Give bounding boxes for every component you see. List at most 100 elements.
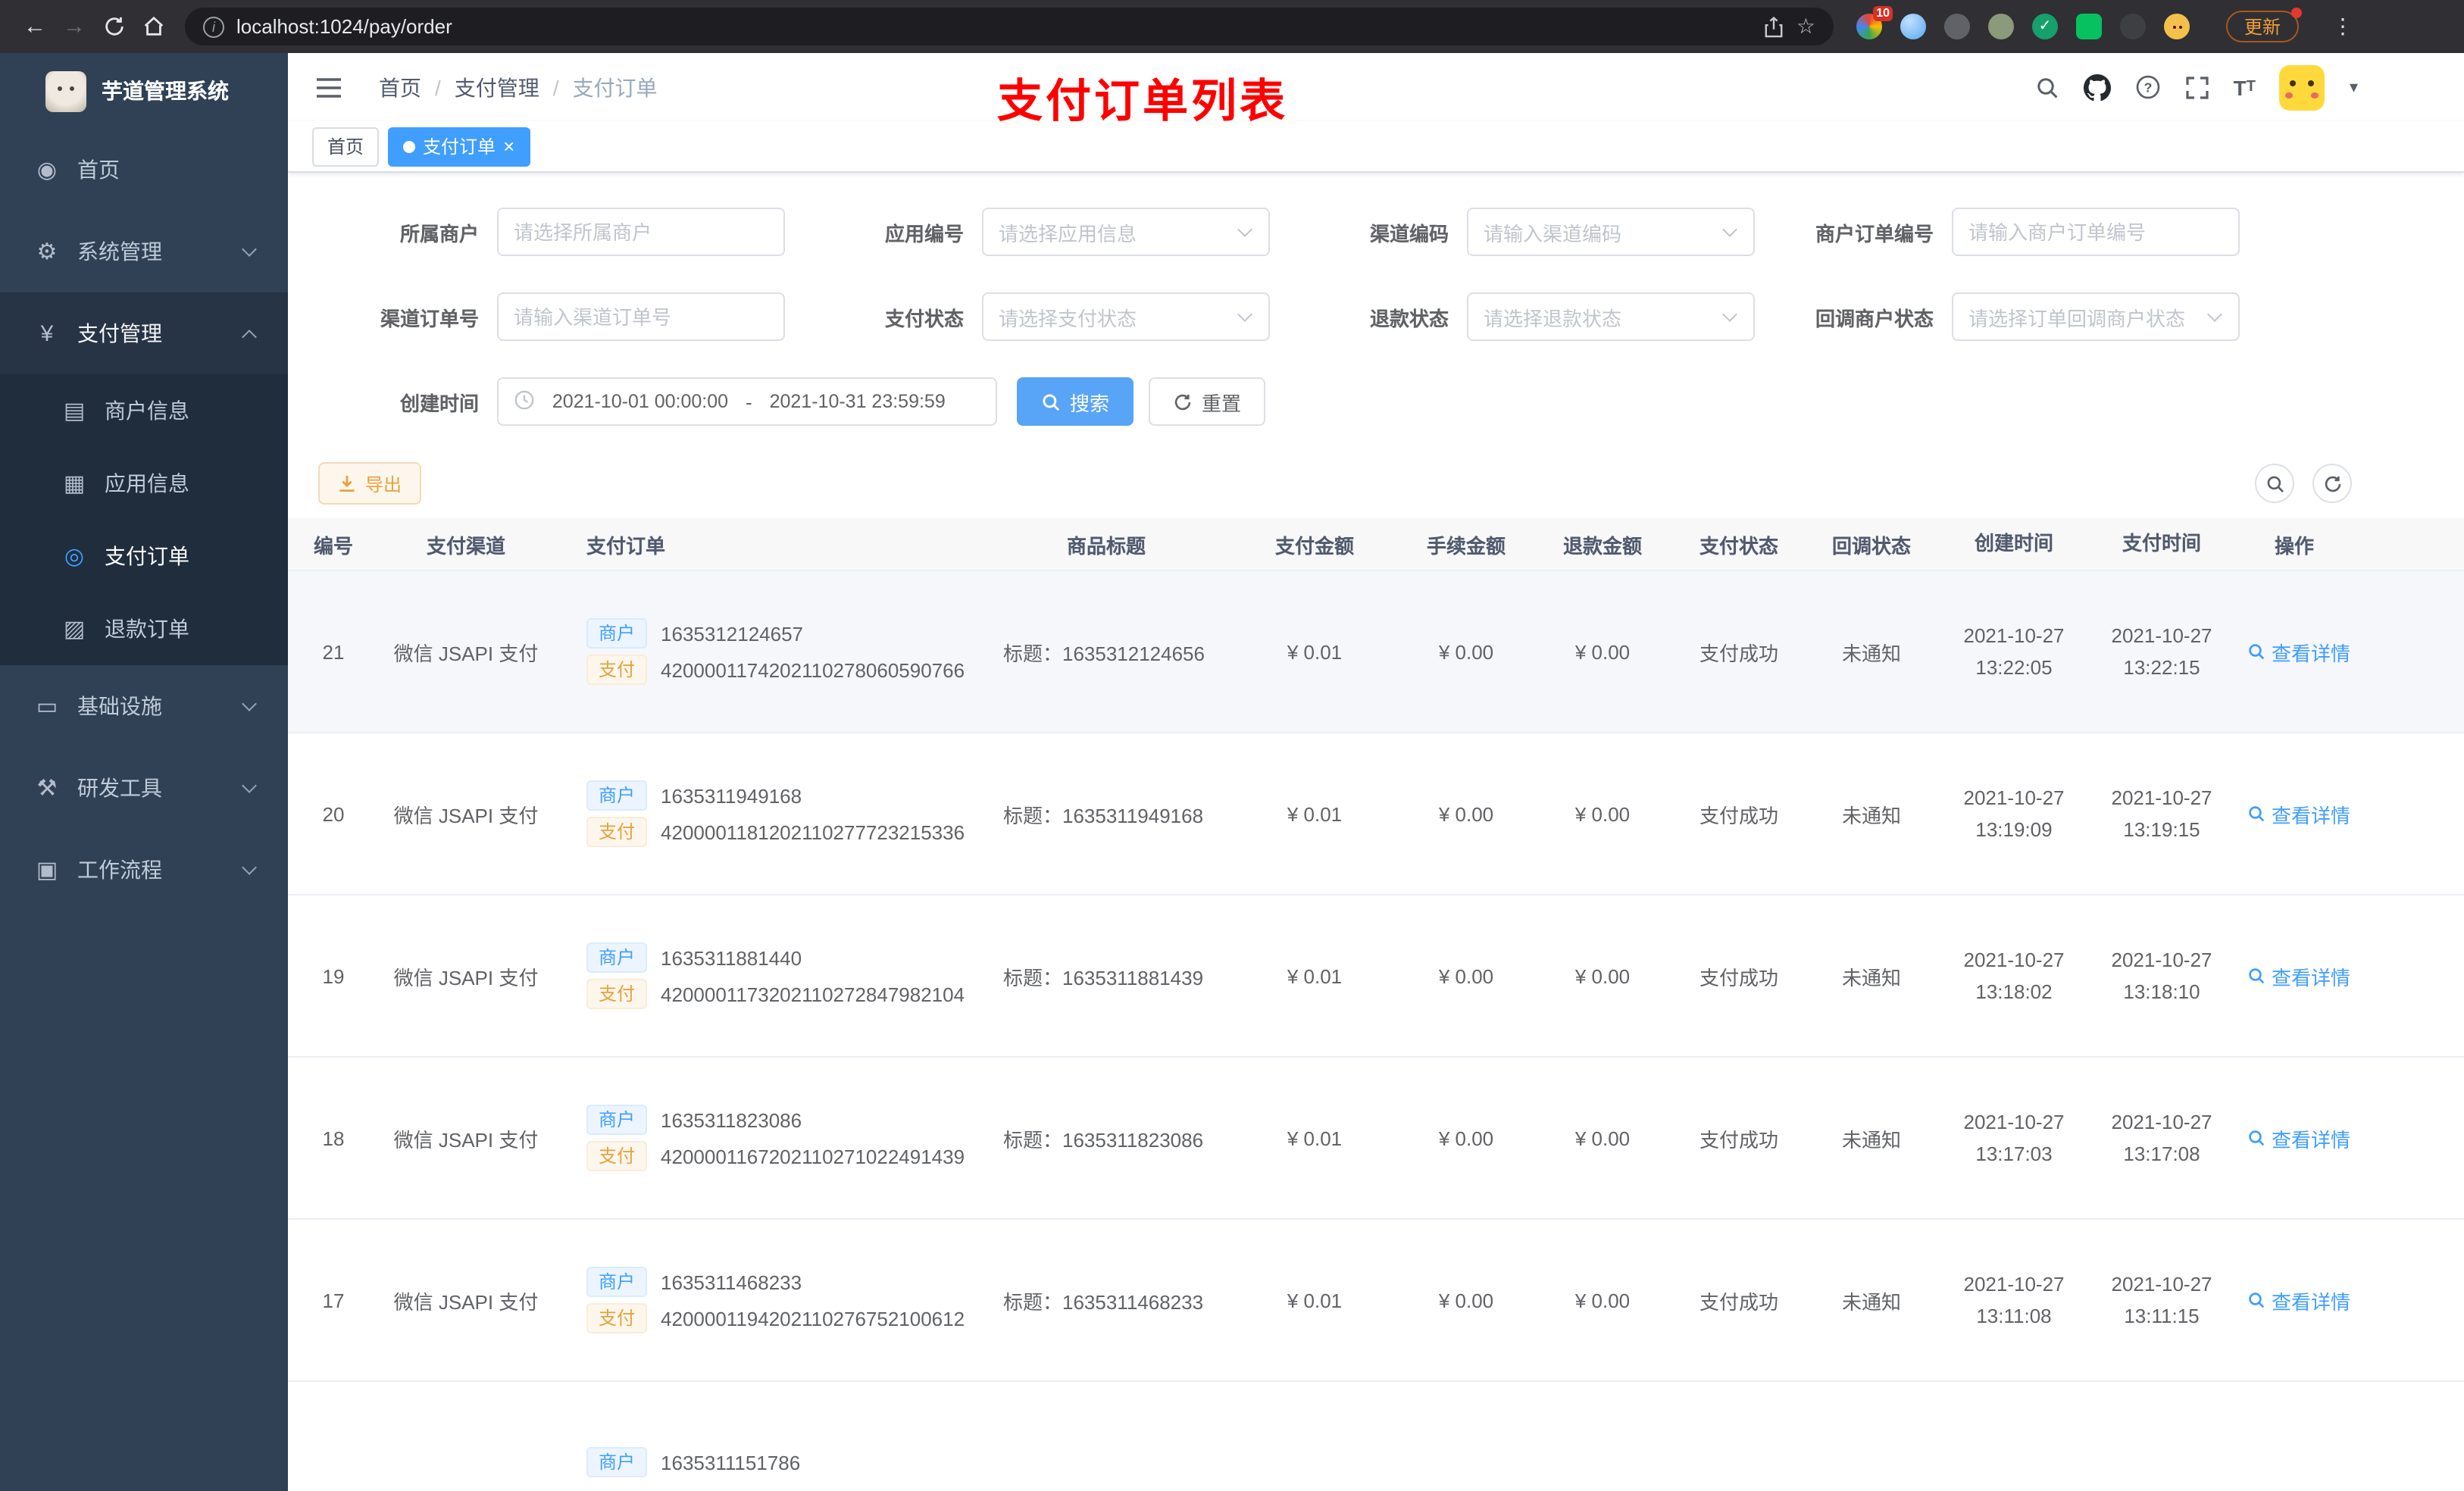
breadcrumb: 首页 / 支付管理 / 支付订单 — [379, 72, 658, 102]
create-time-range-picker[interactable]: - — [497, 377, 997, 426]
tab-pay-order[interactable]: 支付订单 × — [388, 127, 530, 166]
owner-merchant-input[interactable] — [497, 208, 785, 256]
profile-avatar-icon[interactable] — [2164, 14, 2190, 39]
col-operations: 操作 — [2275, 534, 2315, 557]
sidebar-item-system[interactable]: ⚙ 系统管理 — [0, 211, 288, 292]
callback-status-select[interactable]: 请选择订单回调商户状态 — [1952, 292, 2240, 341]
sidebar-item-refund-order[interactable]: ▨ 退款订单 — [0, 592, 288, 665]
browser-refresh-icon[interactable] — [94, 7, 133, 46]
app-grid-icon: ▦ — [63, 471, 86, 497]
font-size-icon[interactable]: TT — [2234, 75, 2256, 99]
info-icon[interactable]: i — [203, 16, 224, 37]
table-search-toggle-button[interactable] — [2255, 464, 2294, 503]
cell-pay-order: 商户 1635311881440 支付 4200001173202110272847… — [553, 936, 985, 1015]
share-icon[interactable] — [1765, 16, 1784, 37]
filter-create-time: 创建时间 - — [300, 377, 997, 426]
table-header: 编号 支付渠道 支付订单 商品标题 支付金额 手续金额 退款金额 支付状态 回调… — [288, 518, 2464, 571]
channel-code-select[interactable]: 请输入渠道编码 — [1467, 208, 1755, 256]
pay-tag: 支付 — [586, 1303, 648, 1333]
sidebar-logo[interactable]: 芋道管理系统 — [0, 53, 288, 129]
col-title: 商品标题 — [1066, 534, 1146, 557]
breadcrumb-home[interactable]: 首页 — [379, 72, 421, 102]
sidebar: 芋道管理系统 ◉ 首页 ⚙ 系统管理 ¥ 支付管理 ▤ 商户信息 ▦ 应用信息 — [0, 53, 288, 1491]
chevron-down-icon — [1237, 307, 1252, 322]
chevron-down-icon — [1237, 222, 1252, 237]
merchant-order-field[interactable] — [1968, 220, 2223, 243]
table-row: 17 微信 JSAPI 支付 商户 1635311468233 支付 4200001… — [288, 1220, 2464, 1382]
reset-button[interactable]: 重置 — [1149, 377, 1266, 426]
chevron-down-icon — [242, 242, 257, 257]
bookmark-star-icon[interactable]: ☆ — [1796, 14, 1815, 39]
extension-puzzle-icon[interactable] — [2120, 14, 2146, 39]
browser-forward-icon[interactable]: → — [55, 7, 94, 46]
sidebar-item-payment[interactable]: ¥ 支付管理 — [0, 292, 288, 374]
pay-status-select[interactable]: 请选择支付状态 — [982, 292, 1270, 341]
browser-back-icon[interactable]: ← — [15, 7, 55, 46]
extension-check-icon[interactable]: ✓ — [2032, 14, 2058, 39]
extension-colorful-icon[interactable]: 10 — [1856, 6, 1893, 39]
table-refresh-button[interactable] — [2312, 464, 2352, 503]
channel-order-input[interactable] — [497, 292, 785, 341]
sidebar-item-pay-order[interactable]: ◎ 支付订单 — [0, 520, 288, 592]
sidebar-item-merchant-info[interactable]: ▤ 商户信息 — [0, 374, 288, 447]
browser-url-bar[interactable]: i localhost:1024/pay/order ☆ — [185, 8, 1834, 45]
cell-pay-order: 商户 1635311468233 支付 4200001194202110276752… — [553, 1261, 985, 1339]
sidebar-collapse-icon[interactable] — [315, 72, 346, 102]
view-detail-link[interactable]: 查看详情 — [2247, 799, 2350, 828]
search-icon[interactable] — [2035, 75, 2059, 99]
tab-close-icon[interactable]: × — [503, 136, 514, 156]
view-detail-link[interactable]: 查看详情 — [2247, 1124, 2350, 1152]
sidebar-item-infra[interactable]: ▭ 基础设施 — [0, 665, 288, 747]
col-status: 支付状态 — [1699, 534, 1778, 557]
caret-down-icon[interactable]: ▾ — [2350, 77, 2358, 97]
filter-merchant-order: 商户订单编号 — [1755, 208, 2240, 256]
extension-gray-icon[interactable] — [1944, 14, 1970, 39]
app-select[interactable]: 请选择应用信息 — [982, 208, 1270, 256]
chevron-down-icon — [1722, 222, 1737, 237]
help-icon[interactable]: ? — [2135, 74, 2161, 100]
channel-order-field[interactable] — [514, 305, 768, 328]
filter-channel-order: 渠道订单号 — [300, 292, 785, 341]
refund-status-select[interactable]: 请选择退款状态 — [1467, 292, 1755, 341]
filter-pay-status: 支付状态 请选择支付状态 — [785, 292, 1270, 341]
view-detail-link[interactable]: 查看详情 — [2247, 1286, 2350, 1314]
user-avatar[interactable] — [2279, 64, 2325, 110]
breadcrumb-payment[interactable]: 支付管理 — [455, 72, 539, 102]
extension-chat-icon[interactable] — [2076, 14, 2102, 39]
gear-icon: ⚙ — [36, 239, 58, 265]
fullscreen-icon[interactable] — [2185, 75, 2209, 99]
app-title: 芋道管理系统 — [102, 79, 229, 103]
table-row: 19 微信 JSAPI 支付 商户 1635311881440 支付 4200001… — [288, 896, 2464, 1058]
merchant-order-input[interactable] — [1952, 208, 2240, 256]
sidebar-item-workflow[interactable]: ▣ 工作流程 — [0, 829, 288, 911]
view-detail-link[interactable]: 查看详情 — [2247, 637, 2350, 666]
date-start-field[interactable] — [544, 391, 736, 412]
update-notification-dot — [2291, 8, 2303, 18]
chevron-up-icon — [242, 330, 257, 345]
filter-owner-label: 所属商户 — [399, 222, 479, 245]
table-row: 20 微信 JSAPI 支付 商户 1635311949168 支付 4200001… — [288, 733, 2464, 896]
search-button[interactable]: 搜索 — [1017, 377, 1134, 426]
svg-text:?: ? — [2143, 80, 2152, 95]
sidebar-item-devtools[interactable]: ⚒ 研发工具 — [0, 747, 288, 829]
github-icon[interactable] — [2083, 73, 2111, 101]
col-id: 编号 — [313, 534, 353, 557]
tab-home[interactable]: 首页 — [312, 127, 380, 166]
browser-menu-icon[interactable]: ⋮ — [2332, 14, 2353, 39]
extension-olive-icon[interactable] — [1988, 14, 2014, 39]
sidebar-item-home[interactable]: ◉ 首页 — [0, 129, 288, 211]
view-detail-link[interactable]: 查看详情 — [2247, 961, 2350, 990]
extension-drop-icon[interactable] — [1900, 14, 1926, 39]
browser-update-button[interactable]: 更新 — [2226, 8, 2303, 42]
owner-merchant-field[interactable] — [514, 220, 768, 243]
clock-icon — [514, 389, 535, 414]
filter-channel-code-label: 渠道编码 — [1369, 222, 1449, 245]
export-button[interactable]: 导出 — [318, 462, 422, 505]
cell-pay-order: 商户 1635311151786 — [553, 1441, 985, 1483]
col-refund: 退款金额 — [1562, 534, 1642, 557]
browser-home-icon[interactable] — [133, 7, 173, 46]
col-channel: 支付渠道 — [426, 534, 505, 557]
sidebar-item-app-info[interactable]: ▦ 应用信息 — [0, 447, 288, 520]
date-end-field[interactable] — [761, 391, 954, 412]
table-row: 21 微信 JSAPI 支付 商户 1635312124657 支付 4200001… — [288, 571, 2464, 733]
